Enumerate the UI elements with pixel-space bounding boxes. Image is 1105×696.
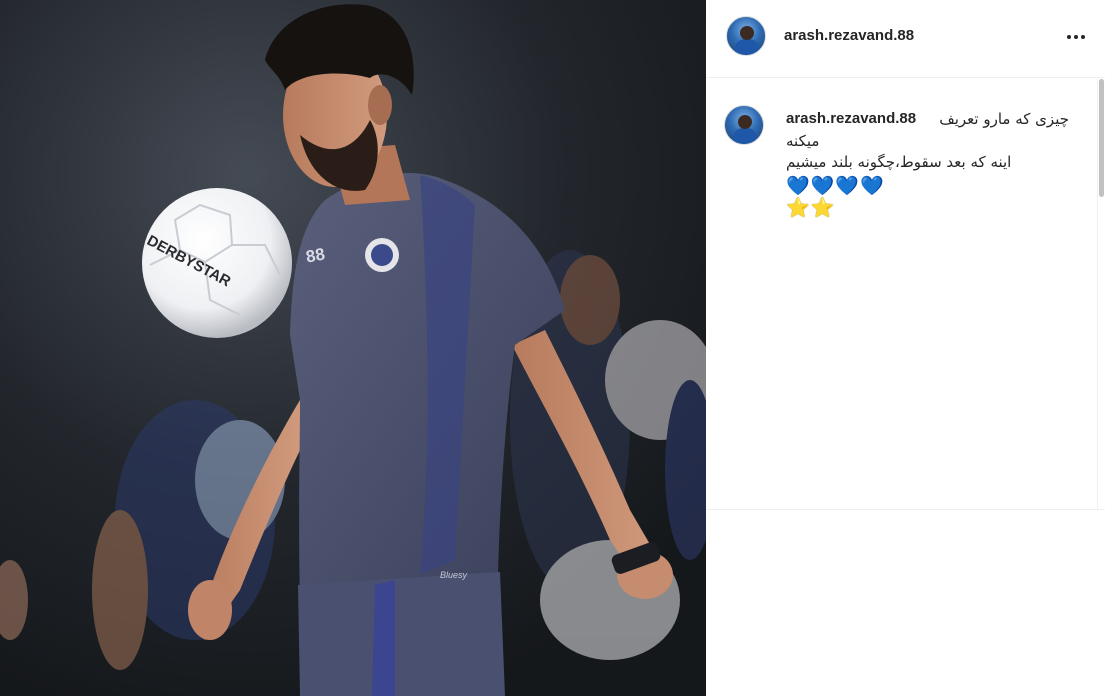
- shorts-brand-text: Bluesy: [440, 570, 468, 580]
- profile-avatar[interactable]: [726, 16, 766, 56]
- caption-avatar[interactable]: [724, 105, 764, 145]
- scrollbar-thumb[interactable]: [1099, 79, 1104, 197]
- star-icon: ⭐⭐: [786, 197, 836, 219]
- caption-line-2: میکنه: [786, 132, 820, 150]
- post-photo[interactable]: DERBYSTAR 88 Bluesy: [0, 0, 706, 696]
- blue-heart-emoji-row: 💙💙💙💙: [786, 174, 885, 197]
- post-side-panel: arash.rezavand.88 arash.rezavand.88 چیزی…: [706, 0, 1105, 696]
- post-header: arash.rezavand.88: [706, 0, 1105, 78]
- section-divider: [706, 509, 1105, 510]
- caption-username-link[interactable]: arash.rezavand.88: [786, 110, 916, 127]
- more-dot: [1074, 35, 1078, 39]
- jersey-number-text: 88: [304, 244, 327, 267]
- caption-line-3: اینه که بعد سقوط،چگونه بلند میشیم: [786, 153, 1012, 171]
- more-horizontal-icon: [1067, 35, 1071, 39]
- more-dot: [1081, 35, 1085, 39]
- more-options-button[interactable]: [1061, 24, 1091, 50]
- caption-line-1: چیزی که مارو تعریف: [939, 110, 1069, 128]
- header-username-link[interactable]: arash.rezavand.88: [784, 27, 914, 44]
- star-emoji-row: ⭐⭐: [786, 196, 835, 219]
- photo-illustration: [0, 0, 706, 696]
- blue-heart-icon: 💙💙💙💙: [786, 175, 885, 197]
- caption-comment: arash.rezavand.88 چیزی که مارو تعریف میک…: [706, 79, 1105, 696]
